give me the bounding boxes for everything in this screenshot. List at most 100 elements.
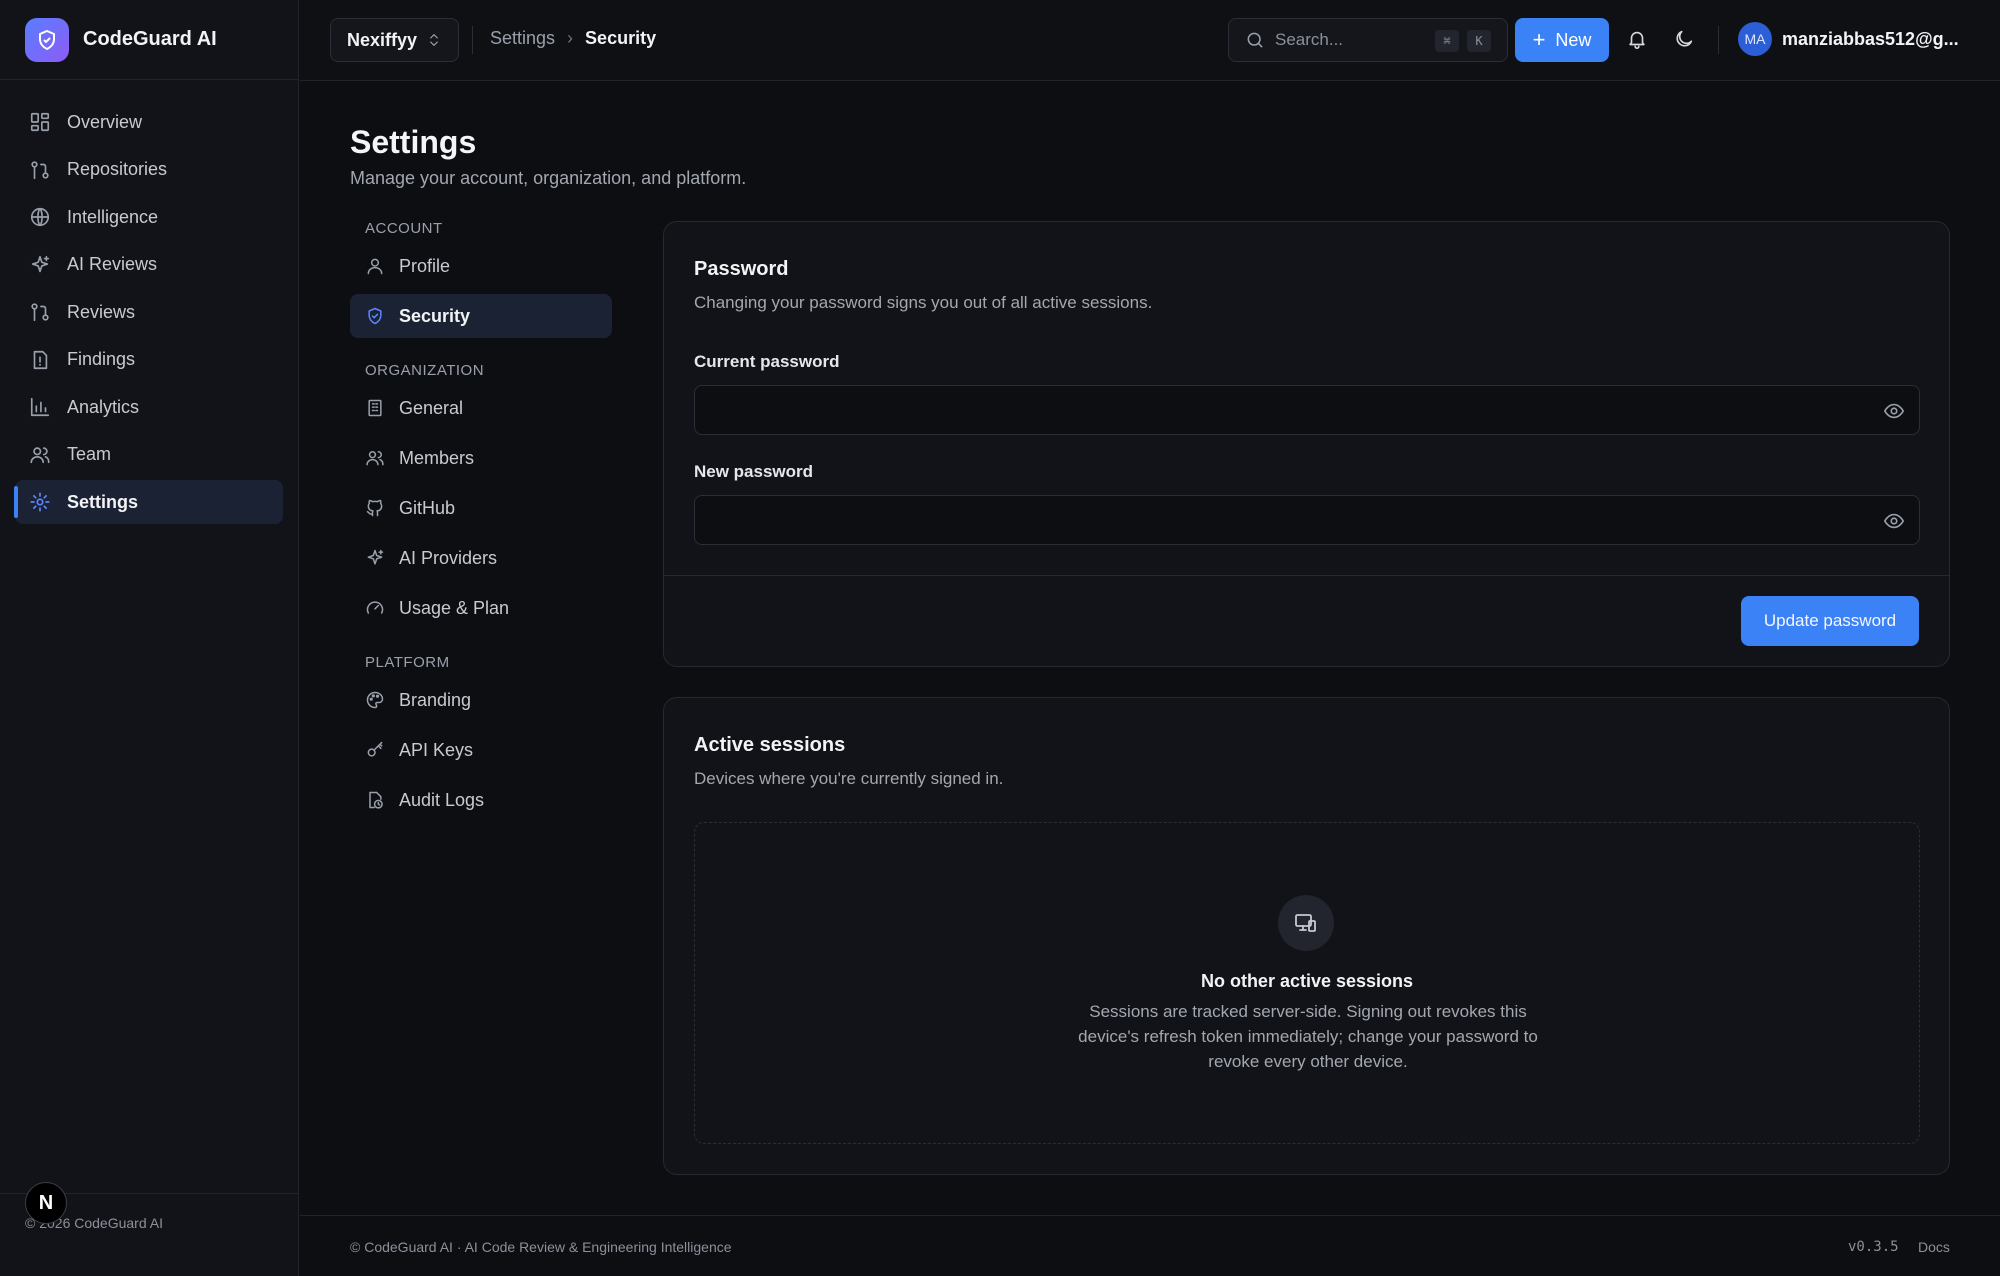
search-placeholder: Search...	[1275, 30, 1344, 49]
bell-icon	[1629, 31, 1645, 49]
monitor-smartphone-icon	[1278, 895, 1334, 951]
sidebar-item-team[interactable]: Team	[15, 433, 283, 477]
sidebar-item-label: Reviews	[67, 301, 136, 322]
gauge-icon	[366, 601, 384, 614]
chevron-right-icon: ›	[567, 28, 574, 48]
sidebar-item-intelligence[interactable]: Intelligence	[15, 195, 283, 239]
password-card: Password Changing your password signs yo…	[663, 221, 1950, 667]
bar-chart-icon	[30, 397, 50, 417]
sidebar-item-label: Team	[67, 444, 112, 464]
settings-item-branding[interactable]: Branding	[350, 678, 612, 722]
settings-item-profile[interactable]: Profile	[350, 244, 612, 288]
settings-item-label: GitHub	[399, 497, 456, 518]
org-switcher[interactable]: Nexiffyy	[330, 18, 459, 62]
version-label: v0.3.5	[1848, 1239, 1899, 1255]
sidebar-item-settings[interactable]: Settings	[14, 480, 283, 524]
settings-item-label: Profile	[399, 255, 451, 276]
globe-icon	[30, 207, 50, 227]
plus-icon: +	[1532, 27, 1546, 52]
settings-item-label: Security	[399, 305, 471, 326]
new-button[interactable]: + New	[1515, 18, 1609, 62]
sessions-card: Active sessions Devices where you're cur…	[663, 697, 1950, 1175]
app-name: CodeGuard AI	[83, 28, 217, 50]
sessions-card-title: Active sessions	[694, 734, 846, 756]
settings-item-label: AI Providers	[399, 547, 498, 568]
sidebar-item-findings[interactable]: Findings	[15, 338, 283, 382]
theme-toggle-button[interactable]	[1673, 28, 1695, 50]
docs-link[interactable]: Docs	[1918, 1239, 1950, 1255]
new-password-label: New password	[694, 462, 814, 481]
current-password-label: Current password	[694, 352, 840, 371]
building-icon	[368, 399, 382, 417]
palette-icon	[366, 691, 384, 709]
notifications-button[interactable]	[1626, 28, 1648, 50]
sidebar-item-repositories[interactable]: Repositories	[15, 148, 283, 192]
search-icon	[1247, 32, 1263, 48]
footer-copyright: © CodeGuard AI · AI Code Review & Engine…	[350, 1239, 732, 1255]
breadcrumb-settings[interactable]: Settings	[490, 28, 555, 49]
chevrons-up-down-icon	[430, 34, 438, 46]
sidebar-item-label: Overview	[67, 111, 143, 132]
current-password-field[interactable]	[694, 385, 1920, 435]
settings-item-security[interactable]: Security	[350, 294, 612, 338]
settings-item-audit-logs[interactable]: Audit Logs	[350, 778, 612, 822]
sessions-empty-state: No other active sessions Sessions are tr…	[694, 822, 1920, 1144]
sparkles-icon	[367, 549, 384, 565]
sidebar-item-label: Repositories	[67, 159, 168, 179]
password-card-subtitle: Changing your password signs you out of …	[694, 293, 1153, 312]
settings-item-label: API Keys	[399, 739, 474, 760]
shield-logo-icon	[25, 17, 69, 62]
eye-icon[interactable]	[1883, 400, 1905, 422]
brand[interactable]: CodeGuard AI	[0, 0, 298, 80]
divider	[472, 26, 473, 54]
sparkles-icon	[31, 255, 50, 272]
empty-state-title: No other active sessions	[1200, 971, 1414, 991]
main-nav: Overview Repositories Intelligence AI Re…	[0, 80, 298, 524]
page-subtitle: Manage your account, organization, and p…	[350, 168, 747, 188]
divider	[1718, 26, 1719, 54]
new-password-field[interactable]	[694, 495, 1920, 545]
next-badge[interactable]: N	[25, 1182, 67, 1224]
update-password-button[interactable]: Update password	[1741, 596, 1919, 646]
page-title: Settings	[350, 124, 477, 160]
sidebar-item-label: Intelligence	[67, 206, 159, 227]
shield-check-icon	[368, 307, 382, 325]
users-icon	[366, 451, 384, 466]
empty-state-description: Sessions are tracked server-side. Signin…	[1078, 1002, 1538, 1071]
sidebar-item-overview[interactable]: Overview	[15, 100, 283, 144]
file-clock-icon	[369, 791, 383, 809]
settings-item-api-keys[interactable]: API Keys	[350, 728, 612, 772]
sidebar-item-label: Findings	[67, 349, 136, 369]
sidebar-item-label: AI Reviews	[67, 254, 158, 274]
settings-item-github[interactable]: GitHub	[350, 486, 612, 530]
sessions-card-subtitle: Devices where you're currently signed in…	[694, 769, 1004, 788]
layout-dashboard-icon	[30, 112, 50, 132]
user-icon	[367, 258, 383, 275]
new-button-label: New	[1555, 29, 1592, 50]
users-icon	[30, 446, 50, 463]
page-footer: © CodeGuard AI · AI Code Review & Engine…	[300, 1215, 2000, 1276]
github-icon	[366, 499, 383, 517]
sidebar-item-analytics[interactable]: Analytics	[15, 385, 283, 429]
settings-item-usage-plan[interactable]: Usage & Plan	[350, 586, 612, 630]
sidebar-item-label: Analytics	[67, 396, 140, 417]
sidebar-item-ai-reviews[interactable]: AI Reviews	[15, 243, 283, 287]
password-card-title: Password	[694, 258, 789, 280]
topbar: Nexiffyy Settings › Security Search... ⌘…	[300, 0, 2000, 81]
settings-group-platform: PLATFORM	[365, 654, 450, 671]
sidebar: CodeGuard AI Overview Repositories Intel…	[0, 0, 299, 1276]
search-input[interactable]: Search... ⌘ K	[1228, 18, 1508, 62]
eye-icon[interactable]	[1883, 510, 1905, 532]
settings-item-members[interactable]: Members	[350, 436, 612, 480]
settings-group-organization: ORGANIZATION	[365, 362, 485, 379]
gear-icon	[30, 492, 50, 512]
settings-item-ai-providers[interactable]: AI Providers	[350, 536, 612, 580]
sidebar-item-reviews[interactable]: Reviews	[15, 290, 283, 334]
user-email[interactable]: manziabbas512@g...	[1782, 29, 1959, 50]
avatar[interactable]: MA	[1738, 22, 1772, 56]
settings-group-account: ACCOUNT	[365, 220, 443, 237]
settings-item-label: Members	[399, 447, 475, 468]
settings-item-general[interactable]: General	[350, 386, 612, 430]
card-divider	[664, 575, 1949, 576]
settings-item-label: General	[399, 397, 464, 418]
